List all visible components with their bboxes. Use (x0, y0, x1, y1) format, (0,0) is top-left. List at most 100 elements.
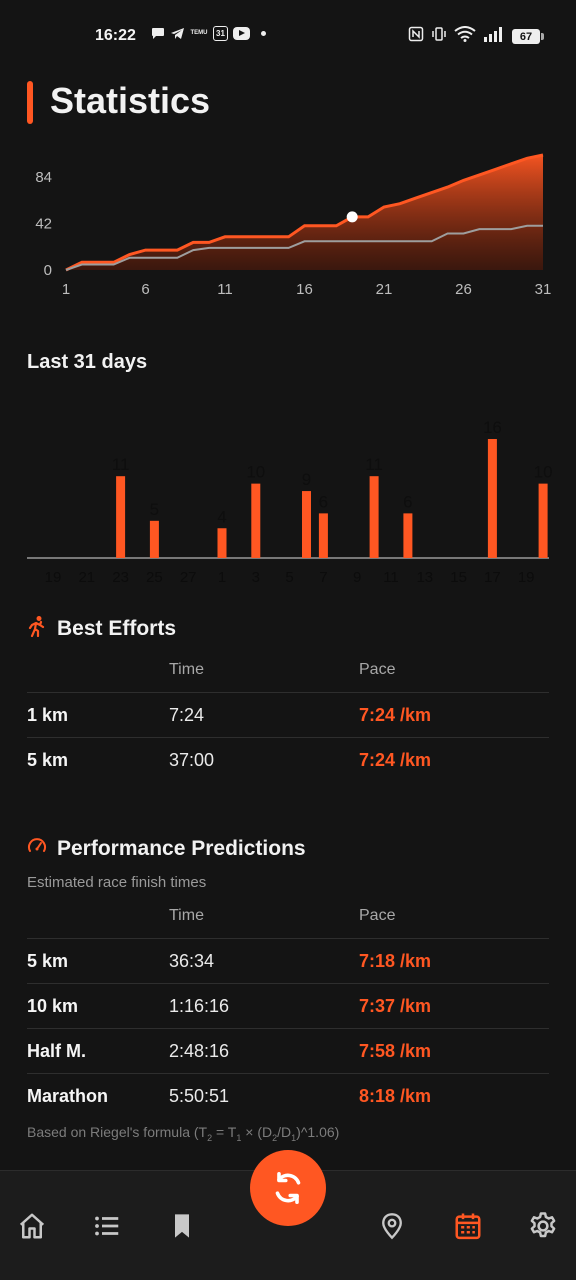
pace-value: 7:18 /km (359, 951, 432, 971)
pace-value: 8:18 /km (359, 1086, 432, 1106)
x-tick-label: 26 (455, 281, 472, 298)
bar (116, 476, 126, 558)
pace-value: 7:58 /km (359, 1041, 432, 1061)
distance-label: 5 km (27, 750, 69, 770)
riegel-footnote: Based on Riegel's formula (T2 = T1 × (D2… (27, 1124, 339, 1143)
x-tick-label: 19 (45, 569, 62, 586)
table-row: Marathon 5:50:51 8:18 /km (27, 1073, 549, 1118)
bar (302, 491, 311, 558)
page-title: Statistics (50, 80, 211, 121)
sync-button[interactable] (250, 1150, 326, 1226)
bar-value-label: 11 (365, 455, 383, 474)
x-tick-label: 23 (112, 569, 129, 586)
highlight-point (346, 211, 358, 223)
list-icon[interactable] (87, 1206, 127, 1246)
y-tick-label: 0 (44, 262, 52, 279)
predictions-col-pace: Pace (359, 907, 396, 924)
wifi-icon (454, 26, 476, 47)
bar-value-label: 4 (217, 507, 226, 526)
best-efforts-col-pace: Pace (359, 661, 396, 678)
time-value: 5:50:51 (169, 1086, 230, 1106)
time-value: 37:00 (169, 750, 215, 770)
chat-bubble-icon (150, 26, 165, 41)
time-value: 1:16:16 (169, 996, 230, 1016)
x-tick-label: 3 (252, 569, 260, 586)
bar (538, 483, 548, 558)
youtube-icon (233, 27, 250, 40)
x-tick-label: 19 (518, 569, 535, 586)
footnote-text: Based on Riegel's formula (T (27, 1124, 208, 1140)
daily-distance-chart: 115 410 961161610 19 21 23 25 27 1 3 5 7 9 11 13 15 17 1… (27, 418, 553, 586)
title-accent-bar (27, 81, 33, 124)
race-label: 10 km (27, 996, 79, 1016)
bar (403, 513, 413, 558)
bar (149, 520, 159, 558)
temu-icon: TEMU (190, 26, 208, 41)
dot-icon (261, 31, 266, 36)
pace-value: 7:24 /km (359, 750, 432, 770)
x-tick-label: 1 (62, 281, 70, 298)
table-row: 5 km 36:34 7:18 /km (27, 938, 549, 983)
pace-value: 7:24 /km (359, 705, 432, 725)
time-value: 36:34 (169, 951, 215, 971)
x-tick-label: 15 (450, 569, 467, 586)
x-tick-label: 5 (285, 569, 293, 586)
x-tick-label: 21 (376, 281, 393, 298)
bar (369, 476, 379, 558)
temu-label: TEMU (190, 30, 208, 36)
x-tick-label: 27 (180, 569, 197, 586)
y-tick-label: 42 (35, 216, 52, 233)
x-tick-label: 13 (416, 569, 433, 586)
x-tick-label: 7 (319, 569, 327, 586)
telegram-icon (170, 26, 185, 41)
bar (251, 483, 261, 558)
footnote-text: )^1.06) (296, 1124, 340, 1140)
bar (318, 513, 328, 558)
footnote-text: = T (212, 1124, 237, 1140)
bar-value-label: 9 (302, 470, 311, 489)
predictions-subtitle: Estimated race finish times (27, 874, 207, 891)
x-tick-label: 6 (141, 281, 149, 298)
settings-icon[interactable] (523, 1206, 563, 1246)
status-bar: 16:22 TEMU 31 67 (0, 0, 576, 72)
bookmark-icon[interactable] (162, 1206, 202, 1246)
time-value: 7:24 (169, 705, 205, 725)
best-efforts-title: Best Efforts (57, 616, 177, 640)
notification-icons: TEMU 31 (150, 26, 266, 41)
nfc-icon (408, 26, 424, 47)
home-icon[interactable] (12, 1206, 52, 1246)
race-label: 5 km (27, 951, 69, 971)
calendar-badge-number: 31 (216, 29, 225, 38)
cumulative-distance-chart: 84420 1 6 11 16 21 26 31 (35, 153, 552, 298)
distance-label: 1 km (27, 705, 69, 725)
sync-icon (275, 1171, 301, 1205)
calendar-badge-icon: 31 (213, 26, 228, 41)
race-label: Marathon (27, 1086, 108, 1106)
table-row: 10 km 1:16:16 7:37 /km (27, 983, 549, 1028)
x-tick-label: 31 (535, 281, 552, 298)
bar-value-label: 16 (483, 418, 502, 437)
bar (487, 439, 497, 558)
best-efforts-header: Best Efforts (27, 615, 176, 642)
x-tick-label: 9 (353, 569, 361, 586)
location-icon[interactable] (372, 1206, 412, 1246)
speedometer-icon (27, 836, 47, 861)
bar-value-label: 11 (112, 455, 130, 474)
system-icons: 67 (408, 26, 544, 47)
best-efforts-col-time: Time (169, 661, 204, 678)
bar-value-label: 10 (534, 463, 553, 482)
y-tick-label: 84 (35, 169, 52, 186)
vibrate-icon (431, 26, 447, 47)
bar (217, 528, 227, 558)
table-row: Half M. 2:48:16 7:58 /km (27, 1028, 549, 1073)
pace-value: 7:37 /km (359, 996, 432, 1016)
signal-icon (483, 26, 505, 47)
x-tick-label: 21 (78, 569, 95, 586)
x-tick-label: 1 (218, 569, 226, 586)
battery-icon: 67 (512, 29, 544, 44)
footnote-text: /D (277, 1124, 292, 1140)
predictions-header: Performance Predictions (27, 836, 306, 861)
table-row: 5 km 37:00 7:24 /km (27, 737, 549, 782)
calendar-icon[interactable] (448, 1206, 488, 1246)
footnote-text: × (D (241, 1124, 273, 1140)
